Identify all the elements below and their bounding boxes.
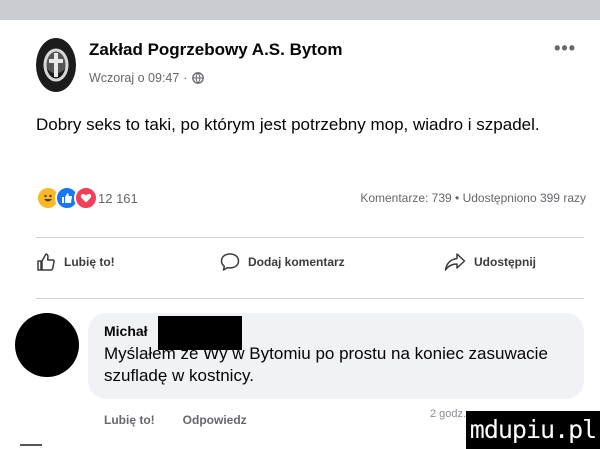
globe-icon: [191, 72, 204, 84]
comment-button[interactable]: Dodaj komentarz: [220, 252, 345, 272]
next-comment-stub: [20, 444, 42, 446]
comment-like-link[interactable]: Lubię to!: [104, 413, 155, 427]
post-time[interactable]: Wczoraj o 09:47: [89, 71, 179, 85]
love-icon: [74, 186, 98, 210]
like-button[interactable]: Lubię to!: [36, 252, 115, 272]
reaction-count[interactable]: 12 161: [98, 191, 138, 206]
comment-author[interactable]: Michał: [104, 323, 148, 339]
wreath-icon: [43, 48, 69, 82]
share-button[interactable]: Udostępnij: [444, 252, 536, 272]
comment-button-label: Dodaj komentarz: [248, 255, 345, 269]
comment-time[interactable]: 2 godz.: [430, 408, 466, 420]
reactions-row[interactable]: 12 161 Komentarze: 739 • Udostępniono 39…: [36, 186, 586, 214]
comment-reply-link[interactable]: Odpowiedz: [183, 413, 247, 427]
divider: [36, 237, 584, 238]
post-meta: Wczoraj o 09:47 ·: [89, 71, 204, 85]
page-name[interactable]: Zakład Pogrzebowy A.S. Bytom: [89, 40, 342, 60]
reaction-icons[interactable]: [36, 186, 98, 210]
comments-shares-stats[interactable]: Komentarze: 739 • Udostępniono 399 razy: [360, 191, 586, 205]
meta-separator: ·: [183, 71, 188, 85]
page-avatar[interactable]: [36, 38, 76, 92]
post-actions: Lubię to! Dodaj komentarz Udostępnij: [36, 252, 584, 284]
post-header: Zakład Pogrzebowy A.S. Bytom Wczoraj o 0…: [36, 38, 576, 98]
share-button-label: Udostępnij: [474, 255, 536, 269]
comment-actions: Lubię to! Odpowiedz: [104, 413, 247, 427]
commenter-avatar[interactable]: [15, 313, 79, 377]
post-text: Dobry seks to taki, po którym jest potrz…: [36, 115, 540, 134]
more-options-button[interactable]: •••: [554, 38, 576, 59]
divider: [36, 298, 584, 299]
watermark-badge: mdupiu.pl: [466, 411, 600, 449]
comment-bubble: Michał Myślałem że Wy w Bytomiu po prost…: [88, 313, 584, 399]
comment-text: Myślałem że Wy w Bytomiu po prostu na ko…: [104, 344, 548, 385]
thumbs-up-icon: [37, 253, 55, 271]
speech-bubble-icon: [220, 253, 240, 271]
share-arrow-icon: [444, 253, 466, 271]
top-bar: [0, 0, 600, 20]
like-button-label: Lubię to!: [64, 255, 115, 269]
